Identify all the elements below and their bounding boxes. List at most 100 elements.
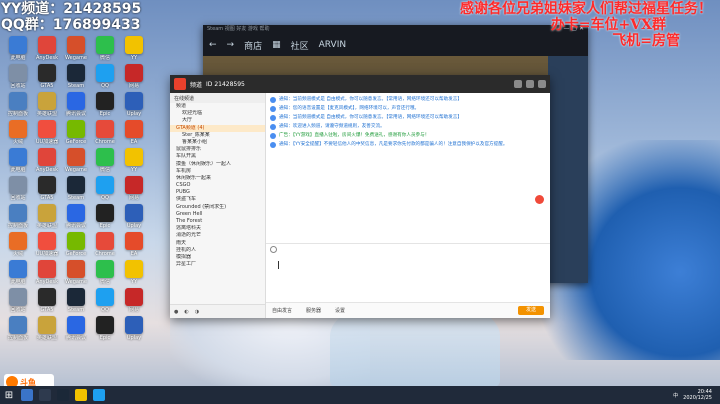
desktop-icon[interactable]: 腾讯会议 bbox=[60, 92, 92, 123]
desktop-icon[interactable]: 英雄联盟 bbox=[31, 316, 63, 347]
desktop-icon[interactable]: 微信 bbox=[89, 148, 121, 179]
desktop-icon[interactable]: Steam bbox=[60, 176, 92, 207]
desktop-icon[interactable]: 控制面板 bbox=[2, 204, 34, 235]
desktop-icon[interactable]: 控制面板 bbox=[2, 316, 34, 347]
yy-mic-toggle-icon[interactable]: ◐ bbox=[184, 309, 188, 315]
desktop-icon[interactable]: EA bbox=[118, 232, 150, 263]
desktop-icon[interactable]: AnyDesk bbox=[31, 148, 63, 179]
channel-list-item[interactable]: 车队开黑 bbox=[170, 153, 265, 160]
taskbar-steam-icon[interactable] bbox=[57, 389, 69, 401]
channel-list-item[interactable]: Ster_陈某某 bbox=[170, 132, 265, 139]
desktop-icon[interactable]: Wegame bbox=[60, 260, 92, 291]
channel-list-item[interactable]: 鼠鼠排排乐 bbox=[170, 146, 265, 153]
yy-close-icon[interactable] bbox=[538, 80, 546, 88]
channel-list-item[interactable]: The Forest bbox=[170, 218, 265, 225]
desktop-icon[interactable]: 此电脑 bbox=[2, 148, 34, 179]
desktop-icon[interactable]: UU加速器 bbox=[31, 232, 63, 263]
desktop-icon[interactable]: Uplay bbox=[118, 204, 150, 235]
channel-list-item[interactable]: Grounded (禁闭求生) bbox=[170, 204, 265, 211]
desktop-icon[interactable]: Uplay bbox=[118, 92, 150, 123]
desktop-icon[interactable]: 回收站 bbox=[2, 64, 34, 95]
desktop-icon[interactable]: 网易 bbox=[118, 288, 150, 319]
forward-arrow-icon[interactable]: → bbox=[227, 40, 235, 50]
desktop-icon[interactable]: 回收站 bbox=[2, 176, 34, 207]
channel-list-item[interactable]: 消逝的光芒 bbox=[170, 232, 265, 239]
channel-list-item[interactable]: 逃离塔科夫 bbox=[170, 225, 265, 232]
taskbar-qq-icon[interactable] bbox=[93, 389, 105, 401]
desktop-icon[interactable]: 火绒 bbox=[2, 232, 34, 263]
channel-list-item[interactable]: 大厅 bbox=[170, 117, 265, 124]
desktop-icon[interactable]: 腾讯会议 bbox=[60, 204, 92, 235]
desktop-icon[interactable]: Steam bbox=[60, 64, 92, 95]
desktop-icon[interactable]: 网易 bbox=[118, 176, 150, 207]
desktop-icon[interactable]: 英雄联盟 bbox=[31, 204, 63, 235]
desktop-icon[interactable]: GeForce bbox=[60, 232, 92, 263]
channel-list-item[interactable]: 摸鱼（休闲娱乐）一起人 bbox=[170, 161, 265, 168]
desktop-icon[interactable]: Wegame bbox=[60, 36, 92, 67]
desktop-icon[interactable]: GTA5 bbox=[31, 176, 63, 207]
channel-list-item[interactable]: 雨天 bbox=[170, 240, 265, 247]
channel-list-item[interactable]: CSGO bbox=[170, 182, 265, 189]
send-button[interactable]: 发送 bbox=[518, 306, 544, 315]
task-view-icon[interactable] bbox=[39, 389, 51, 401]
desktop-icon[interactable]: Epic bbox=[89, 316, 121, 347]
desktop-icon[interactable]: 此电脑 bbox=[2, 260, 34, 291]
desktop-icon[interactable]: Epic bbox=[89, 204, 121, 235]
desktop-icon[interactable]: Epic bbox=[89, 92, 121, 123]
avatar[interactable]: ● bbox=[174, 309, 178, 315]
yy-minimize-icon[interactable] bbox=[514, 80, 522, 88]
desktop-icon[interactable]: 微信 bbox=[89, 36, 121, 67]
desktop-icon[interactable]: 此电脑 bbox=[2, 36, 34, 67]
windows-start-icon[interactable]: ⊞ bbox=[0, 386, 18, 404]
desktop-icon[interactable]: GTA5 bbox=[31, 64, 63, 95]
channel-list-item[interactable]: 频道 bbox=[170, 103, 265, 110]
steam-nav-store[interactable]: 商店 bbox=[244, 39, 262, 52]
desktop-icon[interactable]: YY bbox=[118, 36, 150, 67]
channel-list-item[interactable]: PUBG bbox=[170, 189, 265, 196]
desktop-icon[interactable]: 微信 bbox=[89, 260, 121, 291]
desktop-icon[interactable]: 腾讯会议 bbox=[60, 316, 92, 347]
desktop-icon[interactable]: AnyDesk bbox=[31, 36, 63, 67]
desktop-icon[interactable]: YY bbox=[118, 148, 150, 179]
ime-indicator[interactable]: 中 bbox=[673, 392, 678, 399]
desktop-icon[interactable]: GeForce bbox=[60, 120, 92, 151]
desktop-icon[interactable]: AnyDesk bbox=[31, 260, 63, 291]
desktop-icon[interactable]: YY bbox=[118, 260, 150, 291]
search-icon[interactable] bbox=[21, 389, 33, 401]
desktop-icon[interactable]: Chrome bbox=[89, 120, 121, 151]
desktop-icon[interactable]: EA bbox=[118, 120, 150, 151]
channel-list-item[interactable]: 鲁某某小组 bbox=[170, 139, 265, 146]
channel-list-item[interactable]: 车机房 bbox=[170, 168, 265, 175]
yy-bottom-item-settings[interactable]: 设置 bbox=[335, 307, 345, 314]
library-icon[interactable]: ▦ bbox=[272, 40, 281, 50]
desktop-icon[interactable]: GTA5 bbox=[31, 288, 63, 319]
desktop-icon[interactable]: Steam bbox=[60, 288, 92, 319]
desktop-icon[interactable]: UU加速器 bbox=[31, 120, 63, 151]
yy-bottom-item-mode[interactable]: 自由发言 bbox=[272, 307, 292, 314]
channel-list-item[interactable]: 休闲娱乐一起来 bbox=[170, 175, 265, 182]
yy-bottom-item-server[interactable]: 服务器 bbox=[306, 307, 321, 314]
desktop-icon[interactable]: 英雄联盟 bbox=[31, 92, 63, 123]
yy-speaker-icon[interactable]: ◑ bbox=[195, 309, 199, 315]
desktop-icon[interactable]: 回收站 bbox=[2, 288, 34, 319]
desktop-icon[interactable]: 火绒 bbox=[2, 120, 34, 151]
yy-message-input[interactable] bbox=[266, 257, 550, 302]
desktop-icon[interactable]: Chrome bbox=[89, 232, 121, 263]
steam-nav-community[interactable]: 社区 bbox=[291, 39, 309, 52]
desktop-icon[interactable]: 网易 bbox=[118, 64, 150, 95]
steam-nav-user[interactable]: ARVIN bbox=[319, 40, 346, 50]
channel-list-item[interactable]: 模拟器 bbox=[170, 254, 265, 261]
channel-list-item[interactable]: GTA频道 (4) bbox=[170, 124, 265, 132]
channel-list-item[interactable]: Green Hell bbox=[170, 211, 265, 218]
channel-list-item[interactable]: 挂机的人 bbox=[170, 247, 265, 254]
back-arrow-icon[interactable]: ← bbox=[209, 40, 217, 50]
record-mic-icon[interactable] bbox=[535, 195, 544, 204]
taskbar-yy-icon[interactable] bbox=[75, 389, 87, 401]
yy-maximize-icon[interactable] bbox=[526, 80, 534, 88]
channel-list-item[interactable]: 异星工厂 bbox=[170, 261, 265, 268]
channel-list-item[interactable]: 欢迎光临 bbox=[170, 110, 265, 117]
desktop-icon[interactable]: Wegame bbox=[60, 148, 92, 179]
desktop-icon[interactable]: QQ bbox=[89, 64, 121, 95]
desktop-icon[interactable]: Uplay bbox=[118, 316, 150, 347]
desktop-icon[interactable]: QQ bbox=[89, 288, 121, 319]
